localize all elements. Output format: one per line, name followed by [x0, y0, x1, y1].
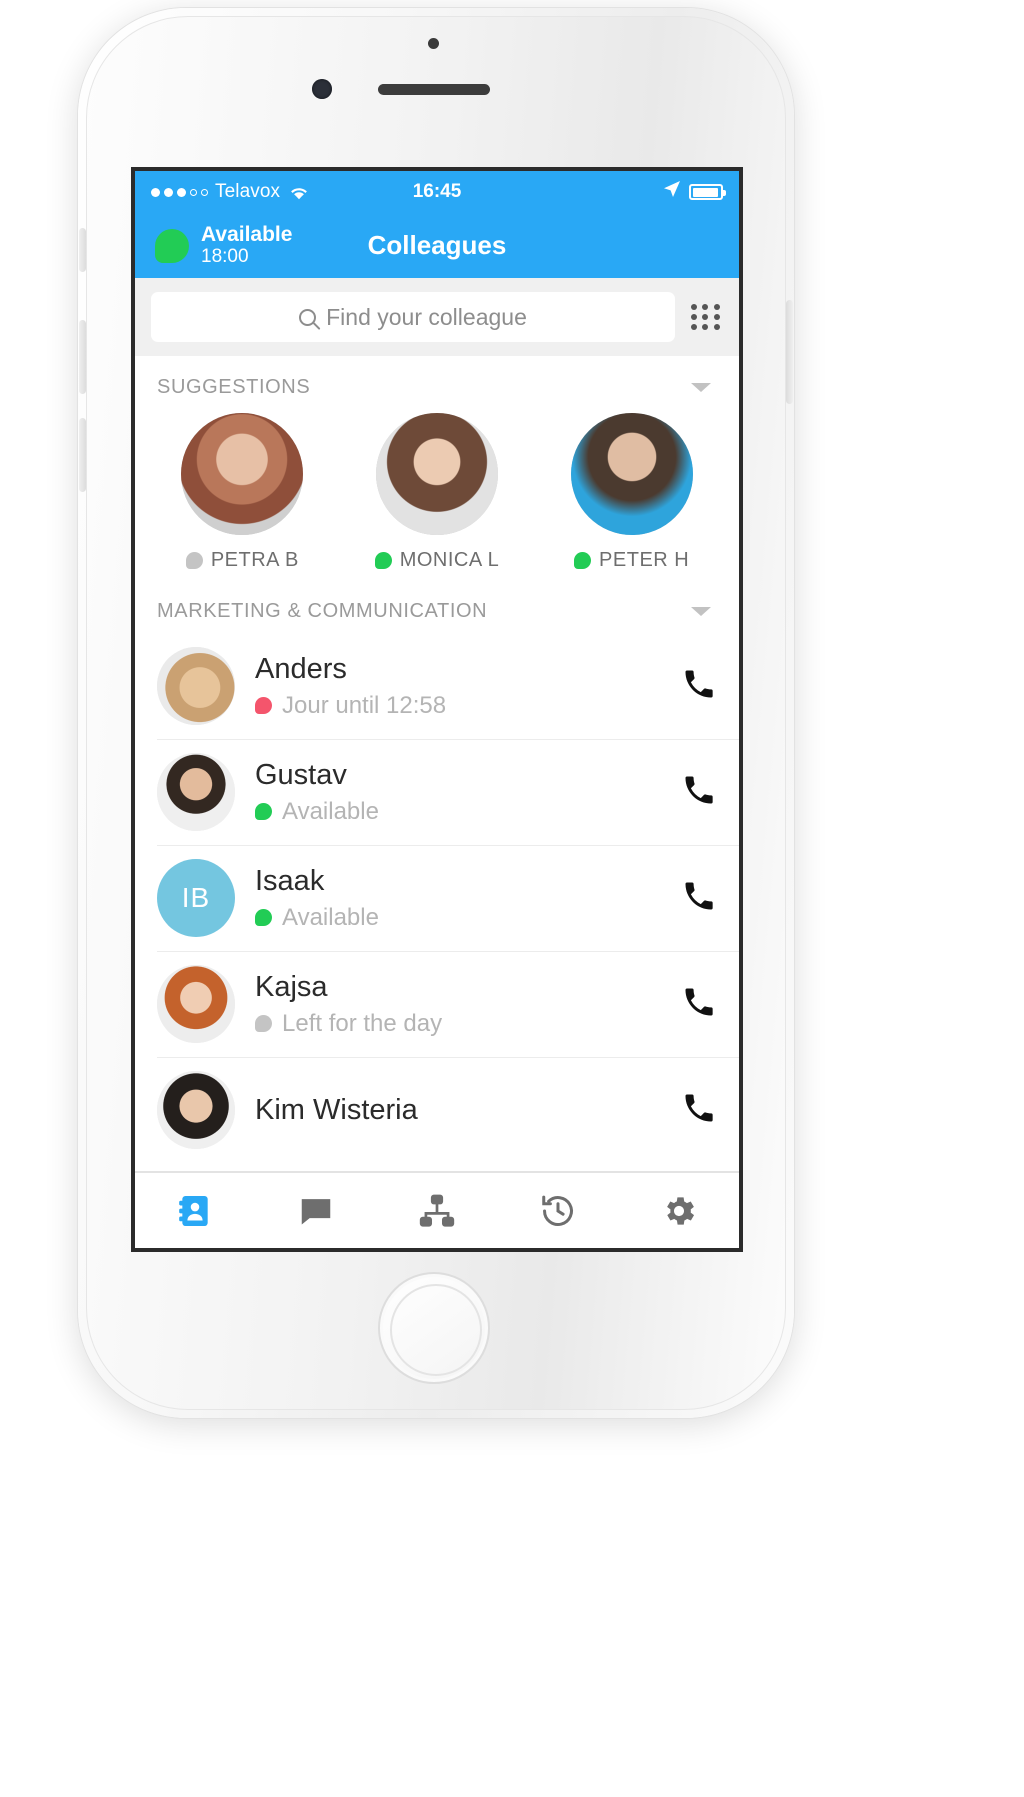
volume-up-button[interactable] [79, 320, 86, 394]
suggestion-card[interactable]: PETRA B [157, 413, 327, 572]
home-button[interactable] [378, 1272, 490, 1384]
presence-dot-icon [255, 909, 272, 926]
presence-button[interactable]: Available 18:00 [155, 222, 293, 267]
avatar-initials: IB [181, 882, 211, 913]
search-zone: Find your colleague [135, 278, 739, 356]
contact-info: Gustav Available [255, 759, 661, 826]
power-button[interactable] [786, 300, 793, 404]
suggestion-name: MONICA L [399, 549, 500, 571]
suggestion-name-row: PETRA B [157, 549, 327, 572]
proximity-sensor [428, 38, 439, 49]
status-bar: Telavox 16:45 [135, 171, 739, 213]
contact-status: Jour until 12:58 [255, 692, 661, 720]
front-camera [312, 79, 332, 99]
chevron-down-icon[interactable] [691, 383, 711, 392]
presence-dot-icon [185, 552, 203, 569]
avatar [570, 413, 693, 535]
contact-status: Left for the day [255, 1010, 661, 1038]
phone-icon[interactable] [681, 1090, 717, 1131]
contact-list: Anders Jour until 12:58 Gustav Available… [135, 633, 739, 1163]
location-arrow-icon [663, 180, 681, 204]
presence-dot-icon [255, 697, 272, 714]
table-row[interactable]: Anders Jour until 12:58 [135, 633, 739, 739]
avatar [157, 647, 235, 725]
tab-history[interactable] [497, 1192, 618, 1230]
contact-name: Isaak [255, 864, 325, 897]
phone-icon[interactable] [681, 984, 717, 1025]
contact-name: Kim Wisteria [255, 1093, 418, 1126]
presence-dot-icon [574, 552, 592, 569]
battery-icon [689, 184, 727, 200]
contact-name: Gustav [255, 758, 347, 791]
wifi-icon [289, 185, 309, 200]
suggestion-name: PETRA B [210, 549, 299, 571]
suggestions-row: PETRA B MONICA L PETER H [135, 409, 739, 580]
contact-status-text: Available [282, 903, 379, 931]
table-row[interactable]: Kim Wisteria [135, 1057, 739, 1163]
carrier-name: Telavox [215, 181, 281, 202]
status-bar-right [461, 180, 727, 204]
screenshot-stage: Telavox 16:45 Available 18:00 Colleagues… [0, 0, 1024, 1797]
signal-strength-icon [151, 187, 208, 197]
phone-icon[interactable] [681, 878, 717, 919]
suggestion-name-row: PETER H [547, 549, 717, 572]
contact-status-text: Jour until 12:58 [282, 691, 447, 719]
section-header-suggestions[interactable]: SUGGESTIONS [135, 356, 739, 409]
contact-info: Kim Wisteria [255, 1094, 661, 1127]
suggestion-card[interactable]: MONICA L [352, 413, 522, 572]
presence-dot-icon [255, 1015, 272, 1032]
suggestion-name: PETER H [599, 549, 690, 571]
volume-down-button[interactable] [79, 418, 86, 492]
navigation-bar: Available 18:00 Colleagues [135, 213, 739, 278]
table-row[interactable]: Gustav Available [135, 739, 739, 845]
phone-icon[interactable] [681, 772, 717, 813]
presence-dot-icon [374, 552, 392, 569]
contact-info: Isaak Available [255, 865, 661, 932]
contact-status-text: Available [282, 797, 379, 825]
table-row[interactable]: IB Isaak Available [135, 845, 739, 951]
tab-contacts[interactable] [135, 1192, 256, 1230]
suggestion-name-row: MONICA L [352, 549, 522, 572]
avatar [181, 413, 304, 535]
chevron-down-icon[interactable] [691, 607, 711, 616]
avatar: IB [157, 859, 235, 937]
presence-dot-icon [255, 803, 272, 820]
presence-time: 18:00 [201, 245, 249, 267]
presence-label: Available [201, 222, 293, 246]
table-row[interactable]: Kajsa Left for the day [135, 951, 739, 1057]
contact-info: Anders Jour until 12:58 [255, 653, 661, 720]
earpiece-speaker [378, 84, 490, 95]
contact-status: Available [255, 798, 661, 826]
phone-screen: Telavox 16:45 Available 18:00 Colleagues… [131, 167, 743, 1252]
status-bar-clock: 16:45 [412, 181, 462, 202]
presence-indicator-icon [155, 228, 189, 263]
tab-settings[interactable] [618, 1192, 739, 1230]
contact-status: Available [255, 904, 661, 932]
presence-text: Available 18:00 [201, 222, 293, 267]
section-header-department[interactable]: MARKETING & COMMUNICATION [135, 580, 739, 633]
search-placeholder: Find your colleague [326, 303, 527, 330]
contact-info: Kajsa Left for the day [255, 971, 661, 1038]
search-icon [299, 308, 317, 326]
status-bar-left: Telavox [151, 181, 413, 203]
tab-org-chart[interactable] [377, 1192, 498, 1230]
suggestion-card[interactable]: PETER H [547, 413, 717, 572]
section-title: SUGGESTIONS [157, 376, 311, 398]
contact-name: Kajsa [255, 970, 328, 1003]
dialpad-icon[interactable] [689, 302, 723, 332]
avatar [157, 965, 235, 1043]
search-input[interactable]: Find your colleague [151, 292, 675, 342]
silent-switch[interactable] [79, 228, 86, 272]
phone-icon[interactable] [681, 666, 717, 707]
avatar [375, 413, 498, 535]
avatar [157, 1071, 235, 1149]
tab-bar [135, 1172, 739, 1248]
avatar [157, 753, 235, 831]
contact-status-text: Left for the day [282, 1009, 443, 1037]
contact-name: Anders [255, 652, 347, 685]
tab-chat[interactable] [256, 1192, 377, 1230]
section-title: MARKETING & COMMUNICATION [157, 600, 488, 622]
